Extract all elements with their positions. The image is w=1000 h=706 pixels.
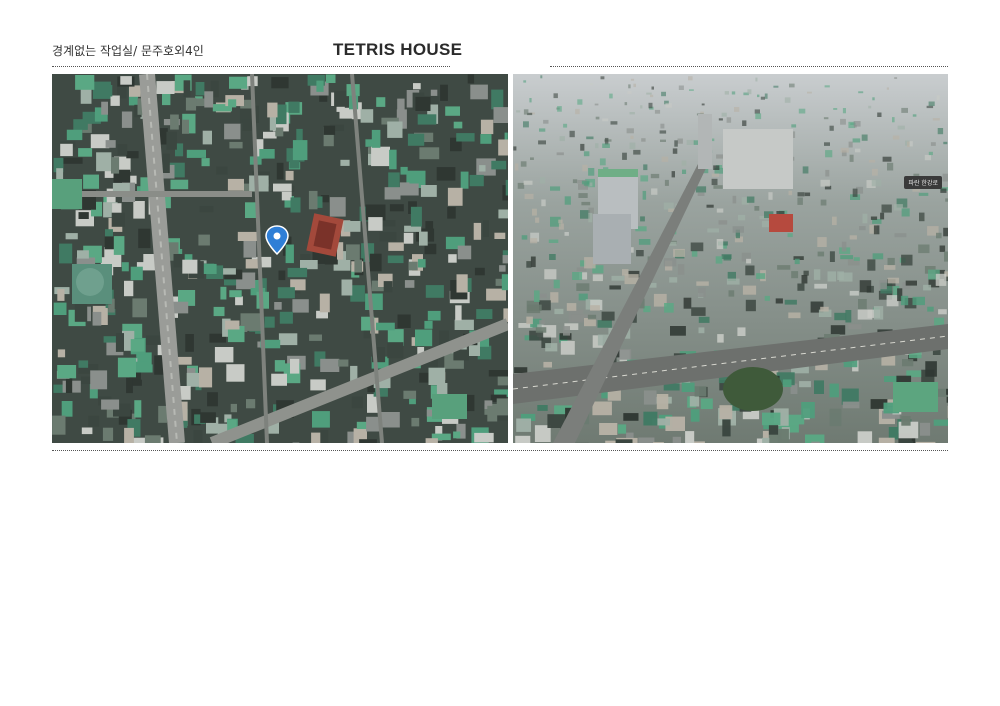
top-divider-left: [52, 66, 450, 67]
map-place-label: 파란 한강로: [904, 176, 942, 189]
project-title: TETRIS HOUSE: [333, 40, 463, 59]
project-subtitle: 경계없는 작업실/ 문주호외4인: [52, 44, 204, 58]
aerial-oblique-view-image: 파란 한강로: [513, 74, 948, 443]
aerial-top-view-image: [52, 74, 508, 443]
top-divider-right: [550, 66, 948, 67]
bottom-divider: [52, 450, 948, 451]
